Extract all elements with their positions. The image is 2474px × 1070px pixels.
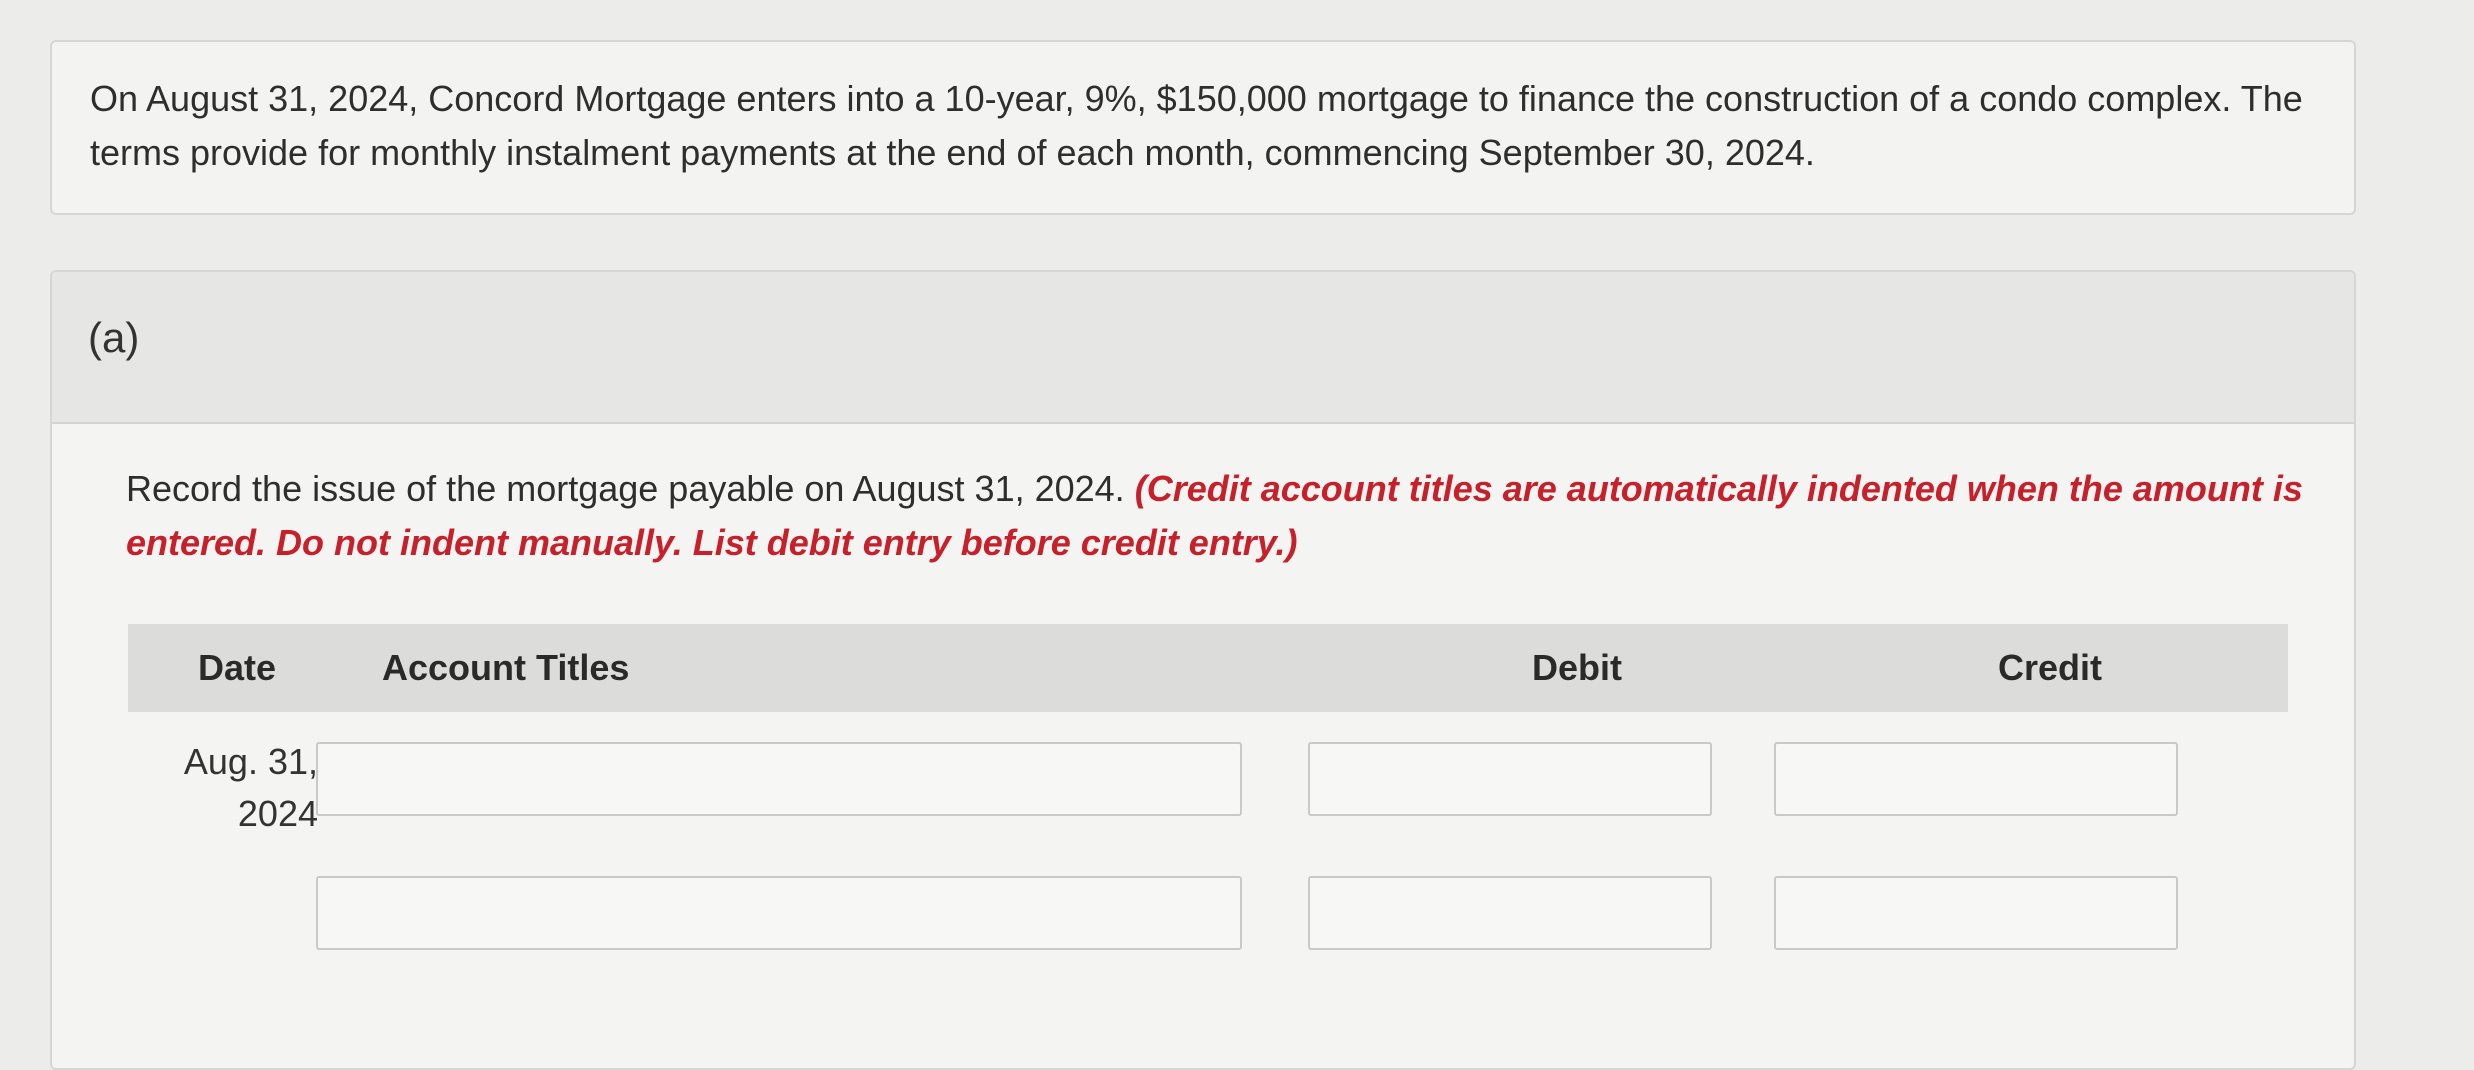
- column-header-credit: Credit: [1998, 647, 2103, 688]
- journal-entry-table: Date Account Titles Debit Credit Aug. 31…: [128, 624, 2288, 1024]
- account-title-input-row-1[interactable]: [316, 742, 1242, 816]
- problem-statement-text: On August 31, 2024, Concord Mortgage ent…: [90, 78, 2303, 173]
- part-a-label: (a): [88, 314, 140, 361]
- problem-statement-box: On August 31, 2024, Concord Mortgage ent…: [50, 40, 2356, 215]
- part-a-panel: (a) Record the issue of the mortgage pay…: [50, 270, 2356, 1070]
- entry-date-line2: 2024: [237, 793, 318, 834]
- account-title-input-row-2[interactable]: [316, 876, 1242, 950]
- credit-input-row-2[interactable]: [1774, 876, 2178, 950]
- credit-input-row-1[interactable]: [1774, 742, 2178, 816]
- part-a-header: (a): [52, 272, 2354, 424]
- table-header: Date Account Titles Debit Credit: [128, 624, 2288, 712]
- column-header-debit: Debit: [1532, 647, 1622, 688]
- debit-input-row-1[interactable]: [1308, 742, 1712, 816]
- entry-date-line1: Aug. 31,: [183, 741, 318, 782]
- instruction-text: Record the issue of the mortgage payable…: [126, 462, 2306, 570]
- debit-input-row-2[interactable]: [1308, 876, 1712, 950]
- column-header-account-titles: Account Titles: [382, 647, 630, 688]
- column-header-date: Date: [198, 647, 277, 688]
- entry-date: Aug. 31, 2024: [168, 736, 318, 840]
- instruction-main: Record the issue of the mortgage payable…: [126, 468, 1125, 509]
